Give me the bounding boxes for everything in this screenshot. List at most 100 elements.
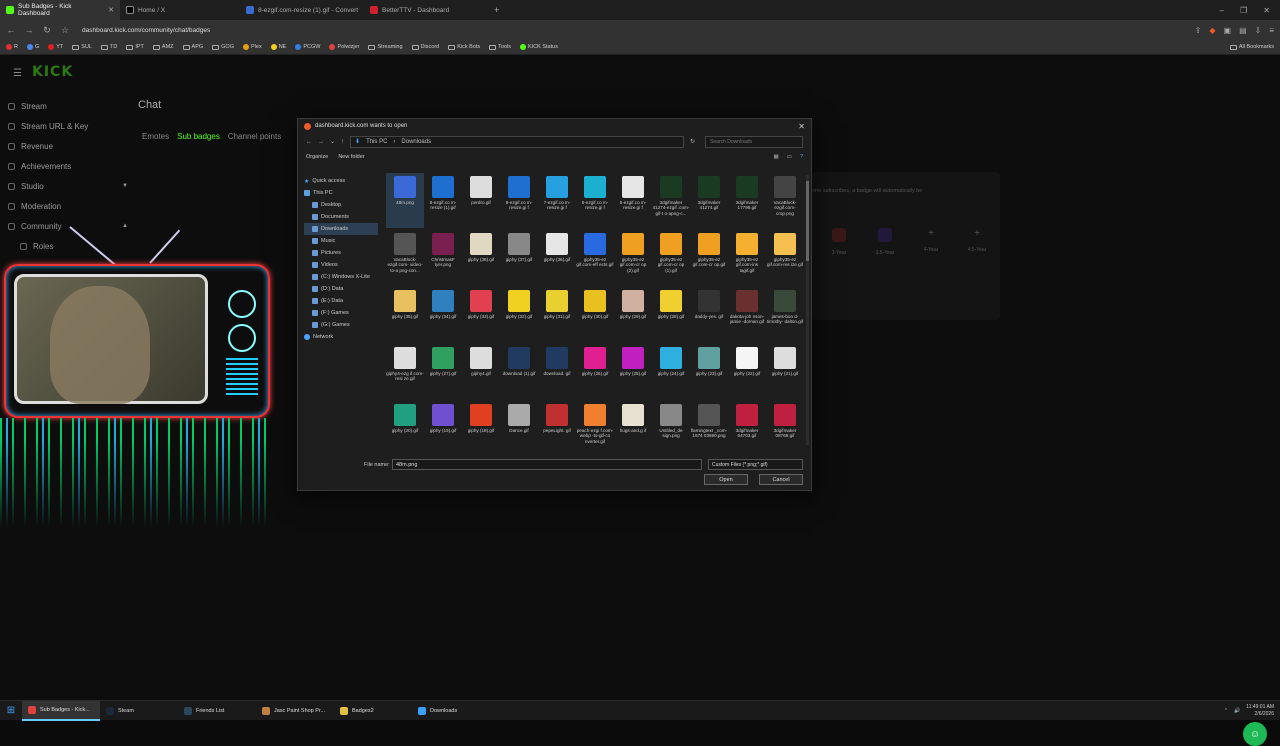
sidebar-item-studio[interactable]: Studio ▼ <box>8 176 128 196</box>
browser-tab[interactable]: Home / X <box>120 0 240 20</box>
bookmark[interactable]: NE <box>270 44 286 50</box>
file-item[interactable]: 6-ezgif.co m-resize.gi f <box>576 173 614 228</box>
bookmark[interactable]: Plex <box>243 44 262 50</box>
file-item[interactable]: giphy (22).gif <box>728 344 766 399</box>
file-item[interactable]: flamingtext _com-1674 03590.png <box>690 401 728 454</box>
file-item[interactable]: giphy35-ez gif.com-cr op.gif <box>690 230 728 285</box>
bookmark[interactable]: YT <box>48 44 63 50</box>
file-item[interactable]: giphy (21).gif <box>766 344 804 399</box>
badge-slot[interactable]: 3.5-Year <box>872 228 898 256</box>
file-item[interactable]: giphy (23).gif <box>690 344 728 399</box>
file-item[interactable]: giphy (26).gif <box>576 344 614 399</box>
bookmark[interactable]: APG <box>182 44 203 50</box>
support-chat-icon[interactable]: ☺ <box>1243 722 1267 746</box>
organize-button[interactable]: Organize <box>306 154 328 160</box>
windows-start-icon[interactable]: ⊞ <box>0 701 22 721</box>
tree-item[interactable]: (D:) Data <box>304 283 378 295</box>
file-item[interactable]: giphy (27).gif <box>424 344 462 399</box>
browser-tab[interactable]: BetterTTV - Dashboard <box>364 0 488 20</box>
open-button[interactable]: Open <box>704 474 748 485</box>
menu-icon[interactable]: ≡ <box>1269 26 1274 35</box>
file-item[interactable]: giphy (34).gif <box>424 287 462 342</box>
cancel-button[interactable]: Cancel <box>759 474 803 485</box>
bookmark[interactable]: TD <box>101 44 117 50</box>
file-item[interactable]: 3dgifmaker 41274-ezgif .com-gif-t o-apng… <box>652 173 690 228</box>
file-item[interactable]: pepeLight. gif <box>538 401 576 454</box>
breadcrumb-item[interactable]: This PC <box>366 139 387 145</box>
taskbar-item[interactable]: Friends List <box>178 701 256 721</box>
file-item[interactable]: giphy (20).gif <box>386 401 424 454</box>
tree-item[interactable]: Videos <box>304 259 378 271</box>
kick-logo[interactable]: KICK <box>32 64 73 80</box>
close-window-icon[interactable]: ✕ <box>1263 6 1270 15</box>
tray-expand-icon[interactable]: ⌃ <box>1224 708 1228 714</box>
file-item[interactable]: 8-ezgif.co m-resize (1).gif <box>424 173 462 228</box>
hamburger-menu-icon[interactable]: ☰ <box>13 68 22 79</box>
forward-icon[interactable]: → <box>24 25 34 35</box>
file-item[interactable]: giphy35-ez gif.com-cr op (1).gif <box>652 230 690 285</box>
tree-item[interactable]: Music <box>304 235 378 247</box>
refresh-icon[interactable]: ↻ <box>690 138 695 145</box>
back-icon[interactable]: ← <box>306 139 312 145</box>
file-item[interactable]: 3dgifmaker 54703.gif <box>728 401 766 454</box>
bookmark[interactable]: R <box>6 44 18 50</box>
back-icon[interactable]: ← <box>6 25 16 35</box>
file-item[interactable]: giphy (18).gif <box>462 401 500 454</box>
bookmark[interactable]: SUL <box>72 44 92 50</box>
file-item[interactable]: giphy35-ez gif.com-eff ects.gif <box>576 230 614 285</box>
file-list-scrollbar[interactable] <box>806 175 809 445</box>
file-item[interactable]: giphy35-ez gif.com-ins tagif.gif <box>728 230 766 285</box>
new-folder-button[interactable]: New folder <box>338 154 364 160</box>
file-item[interactable]: download. gif <box>538 344 576 399</box>
bookmark[interactable]: Streaming <box>368 44 403 50</box>
badge-slot[interactable]: +4.5-Year <box>964 228 990 256</box>
bookmark[interactable]: IPT <box>126 44 144 50</box>
file-item[interactable]: giphy (29).gif <box>614 287 652 342</box>
bookmark[interactable]: AMZ <box>152 44 174 50</box>
filename-input[interactable]: 48m.png <box>392 459 702 470</box>
sidebar-item-stream-key[interactable]: Stream URL & Key <box>8 116 128 136</box>
bookmark[interactable]: Discord <box>411 44 439 50</box>
tree-item[interactable]: (F:) Games <box>304 307 378 319</box>
volume-icon[interactable]: 🔊 <box>1234 708 1240 714</box>
sidebar-item-revenue[interactable]: Revenue <box>8 136 128 156</box>
extension-icon[interactable]: ▤ <box>1239 26 1247 35</box>
taskbar-item[interactable]: Sub Badges - Kick... <box>22 700 100 721</box>
file-item[interactable]: giphy (28).gif <box>652 287 690 342</box>
tree-item[interactable]: Documents <box>304 211 378 223</box>
share-icon[interactable]: ⇪ <box>1195 26 1202 35</box>
badge-slot[interactable]: +4-Year <box>918 228 944 256</box>
file-item[interactable]: giphy4-ezg if.com-resi ze.gif <box>386 344 424 399</box>
search-input[interactable]: Search Downloads <box>705 135 804 148</box>
tab-channel-points[interactable]: Channel points <box>228 132 281 141</box>
preview-pane-icon[interactable]: ▭ <box>787 154 792 160</box>
file-item[interactable]: hugs-and.g if <box>614 401 652 454</box>
file-item[interactable]: giphy (35).gif <box>386 287 424 342</box>
maximize-icon[interactable]: ❐ <box>1240 6 1247 15</box>
forward-icon[interactable]: → <box>318 139 324 145</box>
bookmark[interactable]: G <box>26 44 39 50</box>
tree-item[interactable]: Downloads <box>304 223 378 235</box>
file-item[interactable]: ChristmasF lyer.png <box>424 230 462 285</box>
sidebar-item-achievements[interactable]: Achievements <box>8 156 128 176</box>
file-item[interactable]: Untitled_de sign.png <box>652 401 690 454</box>
file-item[interactable]: VacaBlock- ezgif.com- crop.png <box>766 173 804 228</box>
close-tab-icon[interactable]: ✕ <box>108 6 114 14</box>
up-icon[interactable]: ↑ <box>341 139 344 145</box>
taskbar-item[interactable]: Badges2 <box>334 701 412 721</box>
file-item[interactable]: dakota-joh nson-jamie -dornan.gif <box>728 287 766 342</box>
new-tab-icon[interactable]: + <box>488 5 499 15</box>
file-item[interactable]: james-bon d-timothy- dalton.gif <box>766 287 804 342</box>
file-item[interactable]: giphy (36).gif <box>538 230 576 285</box>
dialog-close-icon[interactable]: ✕ <box>798 122 805 131</box>
file-item[interactable]: Dance.gif <box>500 401 538 454</box>
tree-item[interactable]: Desktop <box>304 199 378 211</box>
file-item[interactable]: giphy (19).gif <box>424 401 462 454</box>
file-item[interactable]: 8-ezgif.co m-resize.gi f <box>500 173 538 228</box>
file-item[interactable]: giphy (38).gif <box>462 230 500 285</box>
file-item[interactable]: 48m.png <box>386 173 424 228</box>
extension-icon[interactable]: ▣ <box>1224 26 1232 35</box>
bookmark-star-icon[interactable]: ☆ <box>60 25 70 36</box>
file-item[interactable]: giphy (31).gif <box>538 287 576 342</box>
reload-icon[interactable]: ↻ <box>42 25 52 36</box>
